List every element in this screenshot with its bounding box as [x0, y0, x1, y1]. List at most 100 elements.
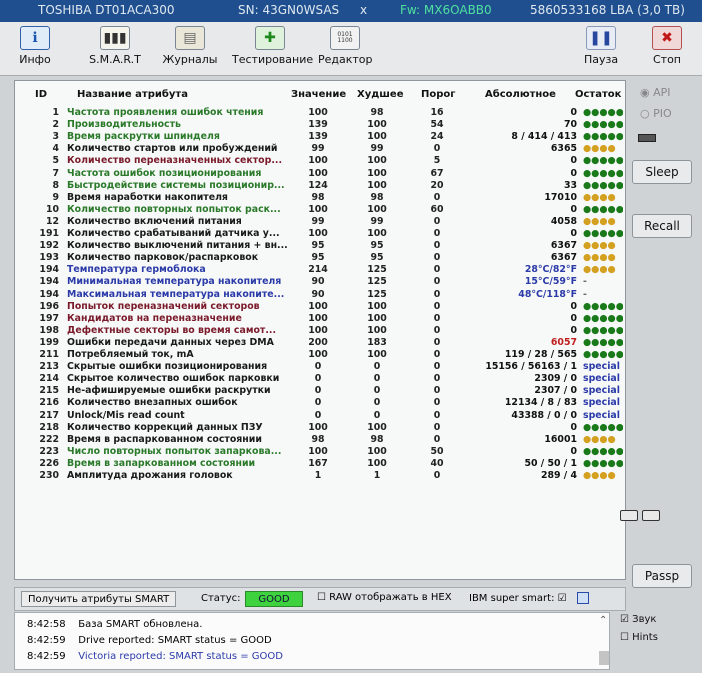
header-health[interactable]: Остаток: [575, 89, 621, 100]
header-worst[interactable]: Худшее: [357, 89, 404, 100]
attr-name: Максимальная температура накопите...: [67, 288, 285, 300]
header-absolute[interactable]: Абсолютное: [485, 89, 556, 100]
scroll-up-icon[interactable]: ⌃: [599, 615, 607, 626]
table-row[interactable]: 4 Количество стартов или пробуждений 99 99 0…: [15, 143, 625, 155]
attr-health: ●●●●●: [583, 167, 623, 179]
table-row[interactable]: 194 Минимальная температура накопителя 90 1…: [15, 276, 625, 288]
attr-worst: 100: [367, 167, 387, 179]
table-row[interactable]: 194 Температура гермоблока 214 125 0 28°C/82°…: [15, 264, 625, 276]
pause-button[interactable]: ❚❚ Пауза: [584, 26, 618, 66]
table-row[interactable]: 197 Кандидатов на переназначение 100 100 0 0 ●…: [15, 313, 625, 325]
recall-button[interactable]: Recall: [632, 214, 692, 238]
pio-label: PIO: [653, 107, 672, 120]
info-icon: ℹ: [20, 26, 50, 50]
table-row[interactable]: 226 Время в запаркованном состоянии 167 100…: [15, 458, 625, 470]
table-row[interactable]: 222 Время в распаркованном состоянии 98 98 0…: [15, 434, 625, 446]
log-text: Victoria reported: SMART status = GOOD: [78, 651, 283, 662]
attr-threshold: 54: [430, 119, 444, 131]
attr-health: ●●●●: [583, 252, 616, 264]
attr-value: 90: [311, 288, 325, 300]
table-row[interactable]: 217 Unlock/Mis read count 0 0 0 43388 / 0 / 0…: [15, 410, 625, 422]
attr-threshold: 0: [433, 397, 441, 409]
table-row[interactable]: 214 Скрытое количество ошибок парковки 0 0 0…: [15, 373, 625, 385]
table-row[interactable]: 198 Дефектные секторы во время самот... 10…: [15, 325, 625, 337]
api-label: API: [653, 86, 671, 99]
attr-value: 139: [308, 131, 328, 143]
table-row[interactable]: 192 Количество выключений питания + вн...…: [15, 240, 625, 252]
header-value[interactable]: Значение: [291, 89, 346, 100]
attr-worst: 100: [367, 203, 387, 215]
table-row[interactable]: 194 Максимальная температура накопите... 9…: [15, 289, 625, 301]
attr-name: Дефектные секторы во время самот...: [67, 324, 277, 336]
api-radio[interactable]: ◉ API: [640, 86, 671, 99]
table-row[interactable]: 2 Производительность 139 100 54 70 ●●●●●: [15, 119, 625, 131]
table-row[interactable]: 223 Число повторных попыток запаркова... 1…: [15, 446, 625, 458]
drive-firmware: Fw: MX6OABB0: [400, 3, 492, 17]
close-icon[interactable]: x: [360, 3, 367, 17]
table-row[interactable]: 7 Частота ошибок позиционирования 100 100 67…: [15, 168, 625, 180]
table-row[interactable]: 216 Количество внезапных ошибок 0 0 0 12134 /…: [15, 397, 625, 409]
table-row[interactable]: 8 Быстродействие системы позиционир... 124…: [15, 180, 625, 192]
table-row[interactable]: 211 Потребляемый ток, mA 100 100 0 119 / 28 /…: [15, 349, 625, 361]
editor-button[interactable]: 0101 1100 Редактор: [318, 26, 373, 66]
stop-button[interactable]: ✖ Стоп: [650, 26, 684, 66]
square-icon[interactable]: [577, 592, 589, 604]
testing-button[interactable]: ✚ Тестирование: [232, 26, 313, 66]
sound-checkbox[interactable]: ☑ Звук: [620, 614, 656, 625]
table-row[interactable]: 5 Количество переназначенных сектор... 100…: [15, 155, 625, 167]
table-row[interactable]: 199 Ошибки передачи данных через DMA 200 18…: [15, 337, 625, 349]
table-row[interactable]: 230 Амплитуда дрожания головок 1 1 0 289 / 4 ●…: [15, 470, 625, 482]
attr-value: 100: [308, 312, 328, 324]
ibm-super-smart[interactable]: IBM super smart: ☑: [469, 593, 567, 604]
attr-id: 5: [52, 155, 59, 167]
raw-hex-checkbox[interactable]: ☐ RAW отображать в HEX: [317, 592, 452, 603]
header-threshold[interactable]: Порог: [421, 89, 456, 100]
attr-worst: 100: [367, 300, 387, 312]
attr-worst: 0: [373, 409, 381, 421]
table-row[interactable]: 3 Время раскрутки шпинделя 139 100 24 8 / 414…: [15, 131, 625, 143]
table-row[interactable]: 1 Частота проявления ошибок чтения 100 98 16…: [15, 107, 625, 119]
passp-button[interactable]: Passp: [632, 564, 692, 588]
scrollbar-thumb[interactable]: [599, 651, 609, 665]
attr-threshold: 0: [433, 264, 441, 276]
pio-radio[interactable]: ○ PIO: [640, 107, 672, 120]
attr-threshold: 0: [433, 385, 441, 397]
table-row[interactable]: 193 Количество парковок/распарковок 95 95 0 6…: [15, 252, 625, 264]
hints-checkbox[interactable]: ☐ Hints: [620, 632, 658, 643]
attr-threshold: 0: [433, 240, 441, 252]
attr-health: ●●●●: [583, 433, 616, 445]
sleep-button[interactable]: Sleep: [632, 160, 692, 184]
attr-absolute: 8 / 414 / 413: [511, 131, 577, 143]
attr-value: 95: [311, 252, 325, 264]
smart-button[interactable]: ▮▮▮ S.M.A.R.T: [80, 26, 150, 66]
table-row[interactable]: 12 Количество включений питания 99 99 0 4058 ●…: [15, 216, 625, 228]
table-row[interactable]: 10 Количество повторных попыток раск... 10…: [15, 204, 625, 216]
header-id[interactable]: ID: [35, 89, 47, 100]
table-row[interactable]: 215 Не-афишируемые ошибки раскрутки 0 0 0 230…: [15, 385, 625, 397]
attr-absolute: 0: [570, 445, 577, 457]
stop-label: Стоп: [652, 53, 681, 66]
info-button[interactable]: ℹ Инфо: [18, 26, 52, 66]
table-row[interactable]: 213 Скрытые ошибки позиционирования 0 0 0 151…: [15, 361, 625, 373]
table-row[interactable]: 191 Количество срабатываний датчика у... 1…: [15, 228, 625, 240]
attr-value: 99: [311, 215, 325, 227]
attr-absolute: 119 / 28 / 565: [504, 349, 577, 360]
table-row[interactable]: 196 Попыток переназначений секторов 100 100…: [15, 301, 625, 313]
journals-button[interactable]: ▤ Журналы: [162, 26, 218, 66]
attr-value: 100: [308, 445, 328, 457]
attr-health: ●●●●●: [583, 228, 623, 239]
attr-id: 222: [39, 433, 59, 445]
attr-absolute: 50 / 50 / 1: [524, 457, 577, 469]
table-row[interactable]: 9 Время наработки накопителя 98 98 0 17010 ●●●…: [15, 192, 625, 204]
attr-name: Количество переназначенных сектор...: [67, 155, 283, 167]
table-row[interactable]: 218 Количество коррекций данных ПЗУ 100 100…: [15, 422, 625, 434]
get-smart-button[interactable]: Получить атрибуты SMART: [21, 591, 177, 607]
attr-id: 2: [52, 119, 59, 131]
attr-value: 167: [308, 457, 328, 469]
attr-id: 226: [39, 457, 59, 469]
attr-name: Количество включений питания: [67, 215, 242, 227]
attr-threshold: 0: [433, 470, 441, 481]
attr-threshold: 0: [433, 228, 441, 239]
header-name[interactable]: Название атрибута: [77, 89, 188, 100]
attr-health: ●●●●: [583, 143, 616, 155]
